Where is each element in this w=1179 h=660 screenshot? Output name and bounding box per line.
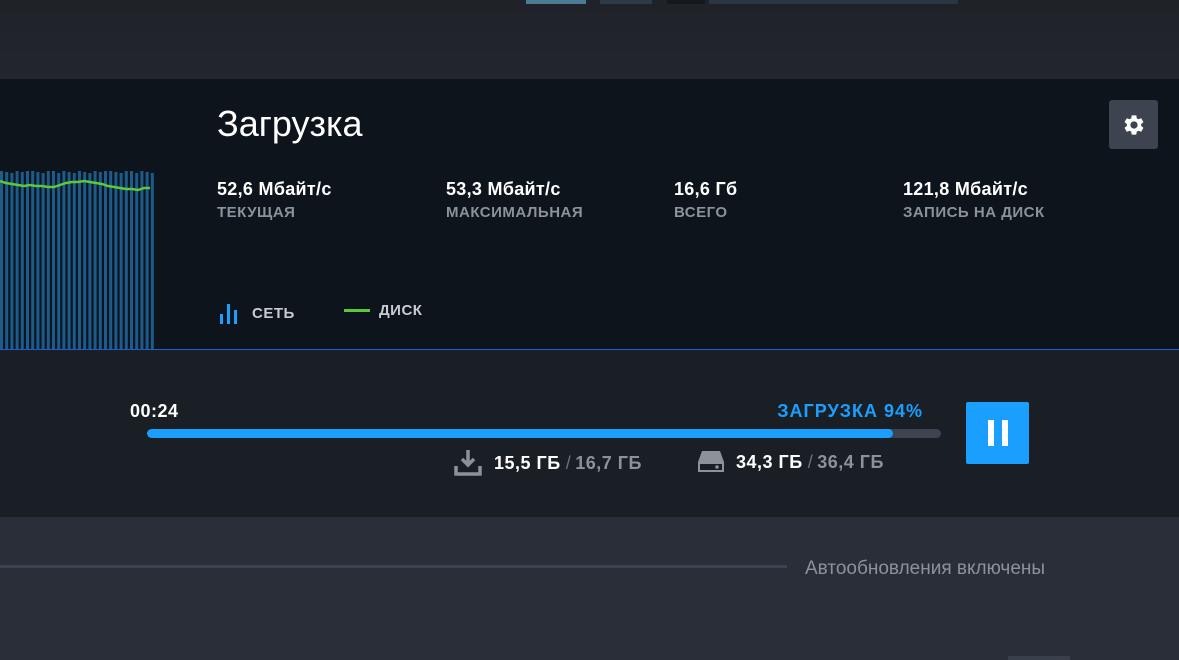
downloaded-amount: 15,5 ГБ	[494, 452, 561, 473]
network-graph-bar	[104, 171, 107, 349]
network-graph-bar	[72, 173, 76, 349]
legend-network: СЕТЬ	[219, 302, 295, 324]
network-graph-bar	[10, 173, 14, 349]
network-graph-bar	[20, 172, 24, 349]
stat-label: МАКСИМАЛЬНАЯ	[446, 204, 584, 221]
stat-disk-write: 121,8 Мбайт/с ЗАПИСЬ НА ДИСК	[903, 179, 1045, 221]
network-graph-bar	[36, 172, 40, 349]
settings-button[interactable]	[1109, 100, 1158, 149]
download-stats-panel: Загрузка 52,6 Мбайт/с ТЕКУЩАЯ 53,3 Мбайт…	[0, 79, 1179, 350]
stat-value: 52,6 Мбайт/с	[217, 179, 332, 199]
queue-section: Автообновления включены	[0, 517, 1179, 660]
stat-label: ТЕКУЩАЯ	[217, 204, 296, 221]
corner-element	[1008, 656, 1070, 660]
progress-bar-fill	[147, 429, 894, 438]
network-graph-bar	[135, 173, 139, 349]
top-tab-indicator[interactable]	[600, 0, 652, 4]
size-separator: /	[807, 451, 814, 472]
section-divider	[0, 565, 787, 568]
network-graph	[0, 171, 154, 349]
stat-total: 16,6 Гб ВСЕГО	[674, 179, 737, 221]
time-remaining: 00:24	[130, 401, 179, 421]
network-graph-bar	[140, 171, 144, 349]
disk-line-swatch	[344, 309, 370, 312]
stat-label: ЗАПИСЬ НА ДИСК	[903, 204, 1045, 221]
network-graph-bar	[52, 171, 55, 349]
network-graph-bar	[114, 172, 118, 349]
network-graph-bar	[83, 172, 87, 349]
network-graph-bar	[88, 173, 92, 349]
download-status: ЗАГРУЗКА 94%	[777, 401, 923, 421]
disk-written-amount: 34,3 ГБ	[736, 451, 803, 472]
download-size: 15,5 ГБ / 16,7 ГБ	[453, 449, 642, 477]
download-icon	[453, 449, 483, 477]
stat-value: 16,6 Гб	[674, 179, 738, 199]
gear-icon	[1124, 114, 1143, 135]
network-graph-bar	[150, 173, 154, 349]
pause-icon	[987, 420, 994, 446]
top-tab-indicator[interactable]	[667, 0, 705, 4]
network-graph-bar	[67, 172, 71, 349]
page-title: Загрузка	[217, 103, 363, 144]
network-graph-bar	[62, 171, 66, 349]
network-graph-bar	[5, 172, 9, 349]
stat-max: 53,3 Мбайт/с МАКСИМАЛЬНАЯ	[446, 179, 583, 221]
network-graph-bar	[15, 171, 19, 349]
network-graph-bar	[78, 171, 81, 349]
network-graph-bar	[31, 171, 35, 349]
top-tab-indicator[interactable]	[526, 0, 586, 4]
disk-total: 36,4 ГБ	[817, 451, 884, 472]
network-graph-bar	[26, 171, 29, 349]
network-graph-bar	[130, 171, 133, 349]
network-graph-bar	[0, 171, 3, 349]
legend-network-label: СЕТЬ	[252, 304, 295, 322]
network-graph-bar	[145, 172, 149, 349]
size-separator: /	[565, 452, 572, 473]
network-graph-bar	[41, 173, 45, 349]
auto-updates-status: Автообновления включены	[805, 558, 1046, 579]
legend-disk-label: ДИСК	[379, 302, 423, 319]
network-graph-bar	[46, 171, 50, 349]
network-graph-bar	[93, 171, 97, 349]
stat-current: 52,6 Мбайт/с ТЕКУЩАЯ	[217, 179, 332, 221]
stat-label: ВСЕГО	[674, 204, 728, 221]
network-graph-bar	[109, 171, 113, 349]
top-tab-indicator[interactable]	[709, 0, 958, 4]
network-graph-bar	[98, 172, 102, 349]
bar-chart-icon	[220, 304, 237, 324]
network-graph-bar	[119, 173, 123, 349]
download-progress-panel: 00:24 ЗАГРУЗКА 94% 15,5 ГБ / 16,7 ГБ 34,…	[0, 350, 1179, 517]
pause-button[interactable]	[966, 402, 1029, 464]
disk-size: 34,3 ГБ / 36,4 ГБ	[697, 449, 884, 475]
pause-icon	[1001, 420, 1008, 446]
top-bar	[0, 0, 1179, 79]
stat-value: 53,3 Мбайт/с	[446, 179, 561, 199]
download-total: 16,7 ГБ	[575, 452, 642, 473]
network-graph-bar	[124, 171, 128, 349]
legend-disk: ДИСК	[344, 302, 422, 319]
progress-bar	[147, 429, 941, 438]
network-graph-bar	[57, 173, 61, 349]
stat-value: 121,8 Мбайт/с	[903, 179, 1028, 199]
hard-drive-icon	[697, 449, 725, 475]
